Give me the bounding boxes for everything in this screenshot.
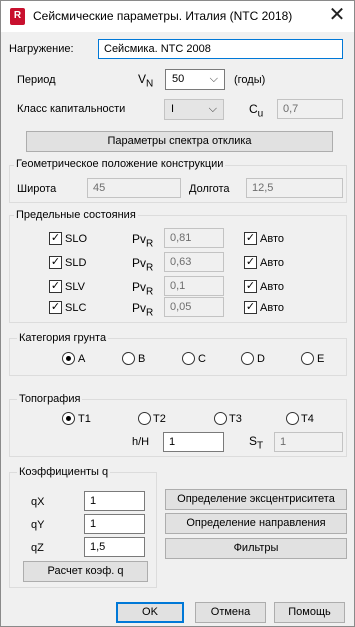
limit-states-title: Предельные состояния — [14, 209, 138, 221]
st-field: 1 — [274, 432, 343, 452]
eccentricity-button[interactable]: Определение эксцентриситета — [165, 489, 347, 510]
slo-auto-checkbox[interactable]: ✓ — [244, 232, 257, 245]
topo-option-t3: T3 — [229, 413, 242, 425]
slv-label: SLV — [65, 281, 85, 293]
slc-pvr-field: 0,05 — [164, 297, 224, 317]
vn-symbol: VN — [138, 72, 154, 90]
st-symbol: ST — [249, 434, 264, 452]
topo-radio-t2[interactable] — [138, 412, 151, 425]
qy-field[interactable]: 1 — [84, 514, 145, 534]
soil-radio-c[interactable] — [182, 352, 195, 365]
topography-title: Топография — [17, 393, 83, 405]
cu-symbol: Cu — [249, 102, 264, 120]
spectrum-params-button[interactable]: Параметры спектра отклика — [26, 131, 333, 152]
topo-radio-t4[interactable] — [286, 412, 299, 425]
pvr-symbol: PvR — [132, 301, 154, 319]
soil-option-b: B — [138, 353, 146, 365]
pvr-symbol: PvR — [132, 280, 154, 298]
window-title: Сейсмические параметры. Италия (NTC 2018… — [33, 9, 293, 23]
soil-radio-d[interactable] — [241, 352, 254, 365]
soil-option-c: C — [198, 353, 206, 365]
capacity-label: Класс капитальности — [17, 103, 126, 115]
soil-radio-e[interactable] — [301, 352, 314, 365]
period-label: Период — [17, 74, 56, 86]
soil-option-a: A — [78, 353, 86, 365]
topo-option-t2: T2 — [153, 413, 166, 425]
slc-label: SLC — [65, 302, 87, 314]
slo-pvr-field: 0,81 — [164, 228, 224, 248]
sld-pvr-field: 0,63 — [164, 252, 224, 272]
app-logo-icon: R — [10, 8, 25, 25]
slc-checkbox[interactable]: ✓ — [49, 301, 62, 314]
slc-auto-checkbox[interactable]: ✓ — [244, 301, 257, 314]
qz-label: qZ — [31, 542, 44, 554]
period-unit: (годы) — [234, 74, 266, 86]
hh-label: h/H — [132, 436, 150, 448]
direction-button[interactable]: Определение направления — [165, 513, 347, 534]
filters-button[interactable]: Фильтры — [165, 538, 347, 559]
longitude-label: Долгота — [189, 183, 230, 195]
soil-radio-a[interactable] — [62, 352, 75, 365]
topo-option-t1: T1 — [78, 413, 91, 425]
chevron-down-icon: ⌵ — [208, 103, 217, 115]
period-select[interactable]: 50 ⌵ — [165, 69, 225, 90]
slv-pvr-field: 0,1 — [164, 276, 224, 296]
qx-label: qX — [31, 496, 45, 508]
qy-label: qY — [31, 519, 45, 531]
capacity-select[interactable]: I ⌵ — [164, 99, 224, 120]
close-icon[interactable]: ✕ — [323, 3, 351, 29]
latitude-field: 45 — [87, 178, 181, 198]
ok-button[interactable]: OK — [116, 602, 184, 623]
load-name-field[interactable]: Сейсмика. NTC 2008 — [98, 39, 343, 59]
slv-checkbox[interactable]: ✓ — [49, 280, 62, 293]
sld-label: SLD — [65, 257, 87, 269]
auto-label: Авто — [260, 281, 284, 293]
soil-option-d: D — [257, 353, 265, 365]
topo-radio-t3[interactable] — [214, 412, 227, 425]
dialog-window: R Сейсмические параметры. Италия (NTC 20… — [0, 0, 355, 627]
title-bar: R Сейсмические параметры. Италия (NTC 20… — [1, 1, 354, 32]
auto-label: Авто — [260, 233, 284, 245]
qx-field[interactable]: 1 — [84, 491, 145, 511]
calc-q-button[interactable]: Расчет коэф. q — [23, 561, 148, 582]
slv-auto-checkbox[interactable]: ✓ — [244, 280, 257, 293]
cancel-button[interactable]: Отмена — [195, 602, 266, 623]
pvr-symbol: PvR — [132, 232, 154, 250]
chevron-down-icon: ⌵ — [209, 73, 218, 85]
slo-checkbox[interactable]: ✓ — [49, 232, 62, 245]
slo-label: SLO — [65, 233, 88, 245]
sld-checkbox[interactable]: ✓ — [49, 256, 62, 269]
topo-radio-t1[interactable] — [62, 412, 75, 425]
soil-radio-b[interactable] — [122, 352, 135, 365]
longitude-field: 12,5 — [246, 178, 343, 198]
auto-label: Авто — [260, 302, 284, 314]
geo-group-title: Геометрическое положение конструкции — [14, 158, 226, 170]
auto-label: Авто — [260, 257, 284, 269]
qz-field[interactable]: 1,5 — [84, 537, 145, 557]
cu-field: 0,7 — [277, 99, 343, 119]
sld-auto-checkbox[interactable]: ✓ — [244, 256, 257, 269]
topo-option-t4: T4 — [301, 413, 314, 425]
help-button[interactable]: Помощь — [274, 602, 345, 623]
load-label: Нагружение: — [9, 43, 74, 55]
hh-field[interactable]: 1 — [163, 432, 224, 452]
latitude-label: Широта — [17, 183, 57, 195]
soil-option-e: E — [317, 353, 325, 365]
pvr-symbol: PvR — [132, 256, 154, 274]
soil-group-title: Категория грунта — [17, 332, 109, 344]
q-coef-title: Коэффициенты q — [17, 466, 111, 478]
